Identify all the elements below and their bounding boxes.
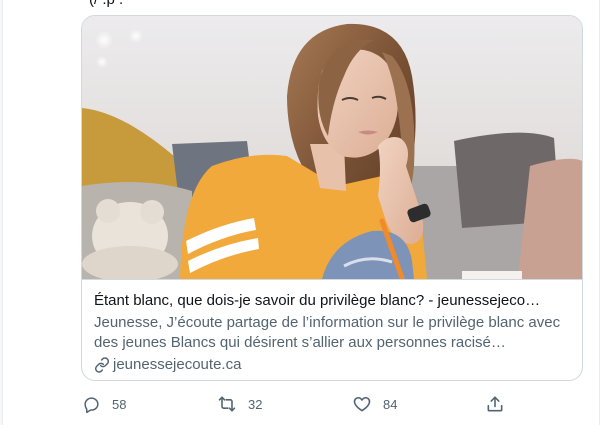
link-preview-card[interactable]: Étant blanc, que dois-je savoir du privi… [81, 15, 583, 381]
card-description: Jeunesse, J’écoute partage de l’informat… [94, 314, 561, 351]
reply-icon [81, 394, 101, 414]
like-icon [352, 394, 372, 414]
like-button[interactable]: 84 [352, 392, 397, 416]
retweet-icon [217, 394, 237, 414]
tweet[interactable]: (/ .p . [2, 0, 600, 425]
retweet-count: 32 [248, 396, 263, 412]
share-button[interactable] [485, 392, 505, 416]
card-title: Étant blanc, que dois-je savoir du privi… [94, 292, 541, 309]
share-icon [485, 394, 505, 414]
card-text: Étant blanc, que dois-je savoir du privi… [82, 280, 582, 375]
page: (/ .p . [0, 0, 600, 425]
reply-button[interactable]: 58 [81, 392, 126, 416]
retweet-button[interactable]: 32 [217, 392, 262, 416]
card-image[interactable] [82, 16, 582, 280]
card-domain[interactable]: jeunessejecoute.ca [94, 355, 570, 375]
like-count: 84 [383, 396, 398, 412]
tweet-text-cutoff: (/ .p . [89, 0, 123, 8]
reply-count: 58 [112, 396, 127, 412]
tweet-actions: 58 32 84 [81, 392, 521, 418]
card-photo [82, 16, 582, 279]
card-domain-text: jeunessejecoute.ca [113, 356, 242, 373]
link-icon [94, 357, 110, 373]
